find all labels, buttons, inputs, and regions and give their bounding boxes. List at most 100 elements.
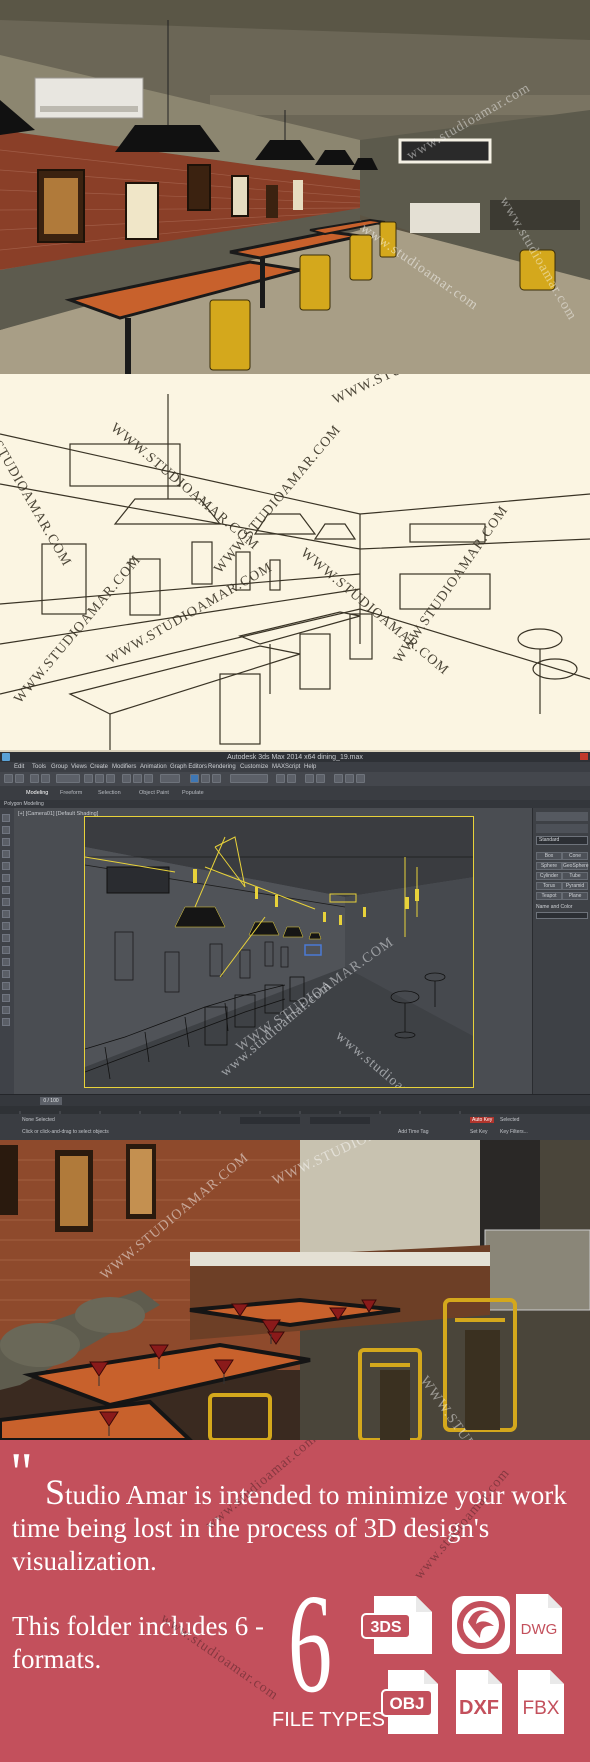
restaurant-color-render: www.studioamar.com www.studioamar.com ww… — [0, 0, 590, 374]
snap-toggle-icon[interactable] — [190, 774, 199, 783]
create-plane-button[interactable]: Plane — [562, 892, 588, 900]
add-time-tag-button[interactable]: Add Time Tag — [398, 1129, 428, 1135]
side-tool-icon[interactable] — [2, 886, 10, 894]
side-tool-icon[interactable] — [2, 910, 10, 918]
link-icon[interactable] — [30, 774, 39, 783]
side-tool-icon[interactable] — [2, 982, 10, 990]
menu-graph-editors[interactable]: Graph Editors — [170, 764, 207, 770]
side-tool-icon[interactable] — [2, 934, 10, 942]
command-panel: Standard Box Cone Sphere GeoSphere Cylin… — [532, 808, 590, 1094]
side-tool-icon[interactable] — [2, 1006, 10, 1014]
menu-group[interactable]: Group — [51, 764, 68, 770]
menu-rendering[interactable]: Rendering — [208, 764, 236, 770]
side-tool-icon[interactable] — [2, 826, 10, 834]
object-name-field[interactable] — [536, 912, 588, 919]
restaurant-line-sketch: WWW.STUDIOAMAR.COM WWW.STUDIOAMAR.COM WW… — [0, 374, 590, 750]
ribbon-tab-selection[interactable]: Selection — [98, 790, 121, 796]
wireframe-scene: www.studioamar.com www.studioamar.com — [85, 817, 473, 1087]
ribbon-tab-object-paint[interactable]: Object Paint — [139, 790, 169, 796]
side-tool-icon[interactable] — [2, 1018, 10, 1026]
move-icon[interactable] — [122, 774, 131, 783]
render-icon[interactable] — [356, 774, 365, 783]
format-count: 6 — [288, 1564, 333, 1722]
rotate-icon[interactable] — [133, 774, 142, 783]
create-category-icons[interactable] — [536, 824, 588, 833]
side-tool-icon[interactable] — [2, 958, 10, 966]
material-editor-icon[interactable] — [316, 774, 325, 783]
side-tool-icon[interactable] — [2, 970, 10, 978]
create-geosphere-button[interactable]: GeoSphere — [562, 862, 589, 870]
time-slider[interactable]: 0 / 100 — [0, 1094, 590, 1106]
menu-views[interactable]: Views — [71, 764, 87, 770]
menu-animation[interactable]: Animation — [140, 764, 167, 770]
mirror-icon[interactable] — [276, 774, 285, 783]
render-sketch-panel: WWW.STUDIOAMAR.COM WWW.STUDIOAMAR.COM WW… — [0, 374, 590, 752]
key-filters-button[interactable]: Key Filters... — [500, 1129, 528, 1135]
watermark: WWW.STUDIOAMAR.COM — [0, 399, 74, 570]
create-torus-button[interactable]: Torus — [536, 882, 562, 890]
menu-modifiers[interactable]: Modifiers — [112, 764, 136, 770]
percent-snap-icon[interactable] — [212, 774, 221, 783]
create-cylinder-button[interactable]: Cylinder — [536, 872, 562, 880]
side-tool-icon[interactable] — [2, 946, 10, 954]
render-setup-icon[interactable] — [334, 774, 343, 783]
create-pyramid-button[interactable]: Pyramid — [562, 882, 588, 890]
create-sphere-button[interactable]: Sphere — [536, 862, 562, 870]
rect-selection-icon[interactable] — [106, 774, 115, 783]
tagline-initial: S — [45, 1472, 66, 1512]
side-tool-icon[interactable] — [2, 814, 10, 822]
tagline: Studio Amar is intended to minimize your… — [12, 1474, 587, 1578]
create-box-button[interactable]: Box — [536, 852, 562, 860]
reference-coord-dropdown[interactable] — [160, 774, 180, 783]
angle-snap-icon[interactable] — [201, 774, 210, 783]
format-label: FBX — [523, 1698, 560, 1719]
ribbon-tab-populate[interactable]: Populate — [182, 790, 204, 796]
name-and-color-rollout[interactable]: Name and Color — [536, 904, 572, 910]
auto-key-button[interactable]: Auto Key — [470, 1117, 495, 1123]
selection-filter-dropdown[interactable] — [56, 774, 80, 783]
ribbon-tab-freeform[interactable]: Freeform — [60, 790, 82, 796]
side-tool-icon[interactable] — [2, 850, 10, 858]
max-main-toolbar — [0, 772, 590, 786]
create-tube-button[interactable]: Tube — [562, 872, 588, 880]
rendered-frame-icon[interactable] — [345, 774, 354, 783]
select-by-name-icon[interactable] — [95, 774, 104, 783]
coord-y-field[interactable] — [310, 1117, 370, 1124]
menu-help[interactable]: Help — [304, 764, 316, 770]
named-selection-sets-dropdown[interactable] — [230, 774, 268, 783]
command-panel-tabs[interactable] — [536, 812, 588, 821]
render-color-panel: www.studioamar.com www.studioamar.com ww… — [0, 0, 590, 374]
side-tool-icon[interactable] — [2, 898, 10, 906]
side-tool-icon[interactable] — [2, 862, 10, 870]
close-icon[interactable] — [580, 753, 588, 760]
create-teapot-button[interactable]: Teapot — [536, 892, 562, 900]
undo-icon[interactable] — [4, 774, 13, 783]
side-tool-icon[interactable] — [2, 838, 10, 846]
set-key-button[interactable]: Set Key — [470, 1129, 488, 1135]
time-slider-thumb[interactable]: 0 / 100 — [40, 1097, 62, 1105]
ribbon-tab-modeling[interactable]: Modeling — [26, 790, 48, 796]
menu-edit[interactable]: Edit — [14, 764, 24, 770]
camera-viewport[interactable]: www.studioamar.com www.studioamar.com — [84, 816, 474, 1088]
unlink-icon[interactable] — [41, 774, 50, 783]
redo-icon[interactable] — [15, 774, 24, 783]
max-ribbon: Modeling Freeform Selection Object Paint… — [0, 786, 590, 800]
align-icon[interactable] — [287, 774, 296, 783]
layer-manager-icon[interactable] — [305, 774, 314, 783]
create-cone-button[interactable]: Cone — [562, 852, 588, 860]
track-bar[interactable] — [0, 1106, 590, 1115]
obj-file-icon: OBJ — [381, 1670, 438, 1734]
coord-x-field[interactable] — [240, 1117, 300, 1124]
menu-tools[interactable]: Tools — [32, 764, 46, 770]
menu-create[interactable]: Create — [90, 764, 108, 770]
key-mode-dropdown[interactable]: Selected — [500, 1117, 519, 1123]
tagline-text: tudio Amar is intended to minimize your … — [12, 1480, 567, 1576]
select-object-icon[interactable] — [84, 774, 93, 783]
scale-icon[interactable] — [144, 774, 153, 783]
menu-customize[interactable]: Customize — [240, 764, 268, 770]
side-tool-icon[interactable] — [2, 874, 10, 882]
side-tool-icon[interactable] — [2, 922, 10, 930]
object-category-dropdown[interactable]: Standard — [536, 836, 588, 845]
menu-maxscript[interactable]: MAXScript — [272, 764, 300, 770]
side-tool-icon[interactable] — [2, 994, 10, 1002]
